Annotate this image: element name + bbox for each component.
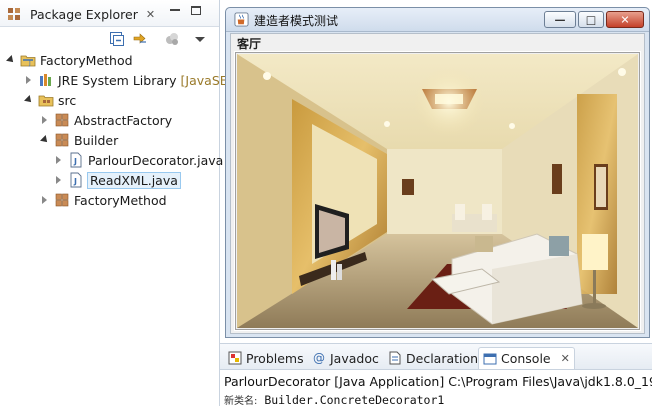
package-icon: [55, 133, 69, 147]
tab-label: Console: [501, 351, 551, 366]
link-with-editor-icon[interactable]: [132, 31, 148, 47]
panel-title: 客厅: [237, 37, 262, 51]
expand-icon[interactable]: [24, 95, 34, 105]
tree-item-factorymethod-package[interactable]: FactoryMethod: [40, 190, 167, 210]
package-explorer-tab[interactable]: Package Explorer ✕: [2, 3, 159, 25]
tab-javadoc[interactable]: @ Javadoc: [308, 347, 383, 369]
tree-item-label: FactoryMethod: [74, 192, 167, 208]
builder-test-window: 建造者模式测试 — □ ✕ 客厅: [225, 7, 650, 338]
maximize-view-button[interactable]: [191, 6, 201, 15]
tree-item-label: ParlourDecorator.java: [88, 152, 224, 168]
living-room-image: [237, 54, 638, 328]
chevron-right-icon[interactable]: [40, 115, 50, 125]
bottom-view-panel: Problems @ Javadoc Declaration Console ✕…: [220, 343, 652, 406]
chevron-right-icon[interactable]: [54, 175, 64, 185]
console-output: 新类名: Builder.ConcreteDecorator1: [224, 392, 444, 406]
console-output-prefix: 新类名:: [224, 396, 258, 406]
tree-item-parlourdecorator[interactable]: J ParlourDecorator.java: [54, 150, 223, 170]
eclipse-workbench: Package Explorer ✕ J FactoryMethod JRE S…: [0, 0, 652, 406]
maximize-button[interactable]: □: [578, 11, 604, 28]
at-icon: @: [313, 351, 325, 365]
minimize-icon: —: [554, 13, 566, 26]
minimize-button[interactable]: —: [544, 11, 576, 28]
tree-item-label: src: [58, 92, 77, 108]
chevron-right-icon[interactable]: [24, 75, 34, 85]
tab-console[interactable]: Console ✕: [478, 347, 575, 369]
package-explorer-view: Package Explorer ✕ J FactoryMethod JRE S…: [0, 0, 232, 406]
close-icon[interactable]: ✕: [146, 8, 155, 21]
tree-item-jre-library[interactable]: JRE System Library [JavaSE-: [24, 70, 232, 90]
tree-item-label: Builder: [74, 132, 119, 148]
view-menu-icon[interactable]: [192, 31, 208, 47]
package-icon: [55, 113, 69, 127]
minimize-view-button[interactable]: [170, 8, 180, 11]
package-explorer-header: Package Explorer ✕: [0, 0, 219, 27]
package-icon: [55, 193, 69, 207]
window-content: 客厅: [230, 33, 645, 334]
package-explorer-title: Package Explorer: [30, 6, 138, 22]
svg-text:J: J: [28, 60, 31, 67]
chevron-right-icon[interactable]: [54, 155, 64, 165]
package-explorer-toolbar: [0, 28, 219, 50]
console-header: ParlourDecorator [Java Application] C:\P…: [224, 374, 652, 389]
tree-item-label: JRE System Library: [58, 72, 177, 88]
collapse-all-icon[interactable]: [109, 31, 125, 47]
tree-item-abstractfactory[interactable]: AbstractFactory: [40, 110, 172, 130]
console-output-value: Builder.ConcreteDecorator1: [264, 393, 445, 406]
tab-label: Problems: [246, 350, 304, 366]
tree-item-label: ReadXML.java: [87, 171, 181, 189]
window-title: 建造者模式测试: [254, 14, 339, 28]
tree-item-readxml[interactable]: J ReadXML.java: [54, 170, 181, 190]
tab-problems[interactable]: Problems: [224, 347, 308, 369]
source-folder-icon: [38, 95, 54, 107]
close-icon[interactable]: ✕: [561, 352, 570, 365]
window-titlebar[interactable]: 建造者模式测试 — □ ✕: [226, 8, 649, 32]
tree-item-src[interactable]: src: [24, 90, 76, 110]
close-button[interactable]: ✕: [606, 11, 644, 28]
java-file-icon: J: [70, 152, 82, 168]
library-icon: [40, 74, 51, 86]
console-icon: [483, 353, 497, 364]
java-project-icon: J: [20, 55, 36, 67]
focus-icon[interactable]: [164, 31, 180, 47]
svg-text:J: J: [73, 157, 77, 166]
tree-item-project[interactable]: J FactoryMethod: [6, 50, 133, 70]
living-room-illustration: [237, 54, 638, 328]
problems-icon: [228, 351, 242, 365]
bottom-tab-bar: Problems @ Javadoc Declaration Console ✕: [220, 344, 652, 370]
chevron-right-icon[interactable]: [40, 195, 50, 205]
package-explorer-icon: [8, 8, 20, 20]
tab-declaration[interactable]: Declaration: [384, 347, 482, 369]
tree-item-builder[interactable]: Builder: [40, 130, 118, 150]
close-icon: ✕: [620, 13, 630, 26]
tree-item-label: FactoryMethod: [40, 52, 133, 68]
maximize-icon: □: [585, 13, 597, 26]
declaration-icon: [389, 351, 401, 365]
expand-icon[interactable]: [6, 55, 16, 65]
java-cup-icon: [234, 12, 249, 27]
svg-text:J: J: [73, 177, 77, 186]
tree-item-label: AbstractFactory: [74, 112, 173, 128]
tab-label: Javadoc: [330, 350, 379, 366]
tab-label: Declaration: [406, 350, 479, 366]
java-file-icon: J: [70, 172, 82, 188]
expand-icon[interactable]: [40, 135, 50, 145]
